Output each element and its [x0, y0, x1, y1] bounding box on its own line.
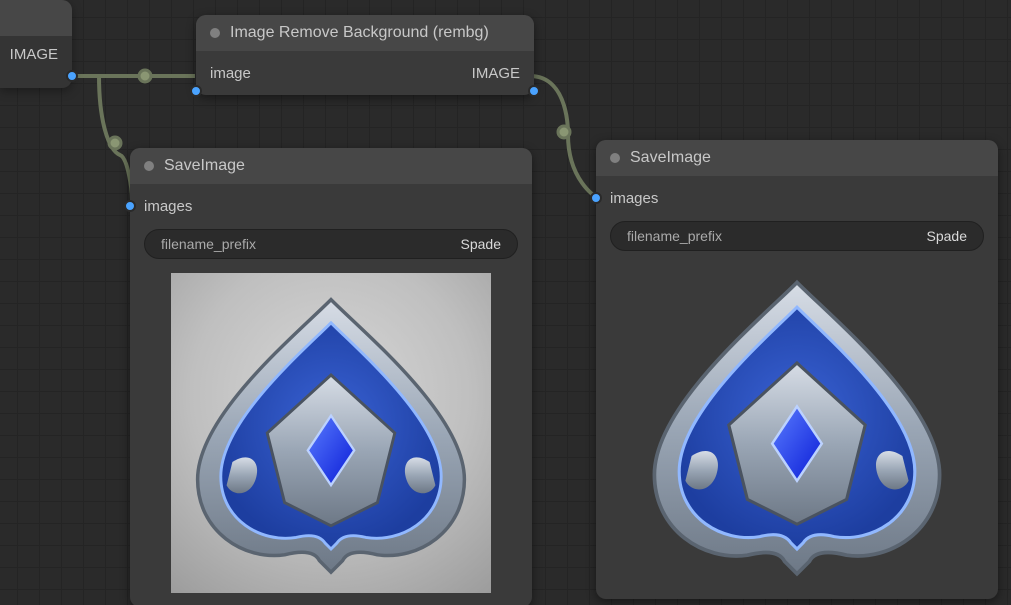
link-waypoint-icon [558, 126, 570, 138]
field-value: Spade [461, 236, 501, 252]
field-label: filename_prefix [627, 228, 722, 244]
node-graph-canvas[interactable]: IMAGE Image Remove Background (rembg) im… [0, 0, 1011, 605]
input-port-label: images [610, 190, 658, 207]
node-title: Image Remove Background (rembg) [230, 24, 489, 42]
node-save-image[interactable]: SaveImage images filename_prefix Spade [596, 140, 998, 599]
node-preview [610, 265, 984, 585]
input-port-label: images [144, 198, 192, 215]
link-source-to-save-left [99, 76, 132, 200]
collapse-dot-icon[interactable] [210, 28, 220, 38]
field-label: filename_prefix [161, 236, 256, 252]
output-port-label: IMAGE [472, 65, 520, 82]
input-port-label: image [210, 65, 251, 82]
input-port[interactable] [124, 200, 136, 212]
node-remove-background[interactable]: Image Remove Background (rembg) image IM… [196, 15, 534, 95]
node-preview [144, 273, 518, 593]
input-port[interactable] [590, 192, 602, 204]
preview-image[interactable] [171, 273, 491, 593]
spade-emblem-icon [186, 288, 476, 578]
node-title: SaveImage [164, 157, 245, 175]
upstream-node-stub[interactable]: IMAGE [0, 0, 72, 88]
output-port[interactable] [528, 85, 540, 97]
node-title-bar[interactable]: SaveImage [596, 140, 998, 176]
output-port-label: IMAGE [10, 46, 58, 63]
field-value: Spade [927, 228, 967, 244]
node-title-bar[interactable]: Image Remove Background (rembg) [196, 15, 534, 51]
collapse-dot-icon[interactable] [610, 153, 620, 163]
preview-image[interactable] [637, 265, 957, 585]
link-rembg-to-save-right [530, 76, 596, 197]
link-waypoint-icon [139, 70, 151, 82]
output-port[interactable] [66, 70, 78, 82]
node-save-image[interactable]: SaveImage images filename_prefix Spade [130, 148, 532, 605]
spade-emblem-icon [642, 270, 952, 580]
filename-prefix-field[interactable]: filename_prefix Spade [610, 221, 984, 251]
node-title: SaveImage [630, 149, 711, 167]
link-waypoint-icon [109, 137, 121, 149]
filename-prefix-field[interactable]: filename_prefix Spade [144, 229, 518, 259]
collapse-dot-icon[interactable] [144, 161, 154, 171]
input-port[interactable] [190, 85, 202, 97]
node-title-bar[interactable]: SaveImage [130, 148, 532, 184]
